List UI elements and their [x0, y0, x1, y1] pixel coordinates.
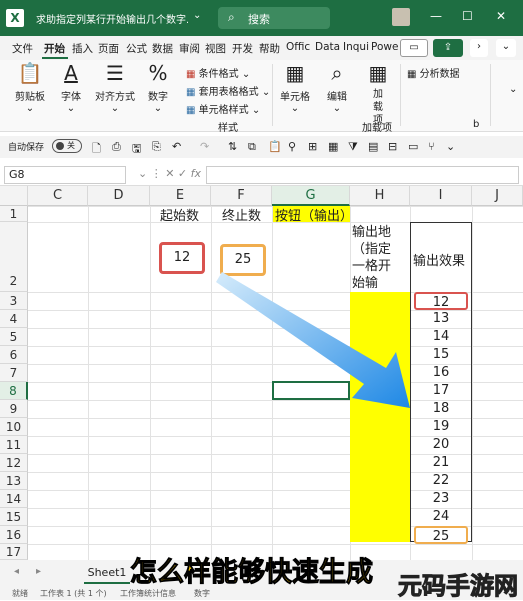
status-stats[interactable]: 工作簿统计信息 [120, 588, 176, 599]
status-ready: 就绪 [12, 589, 28, 598]
status-sheets: 工作表 1 (共 1 个) [40, 589, 107, 598]
watermark: 元码手游网 [398, 572, 519, 601]
arrow-overlay [216, 272, 410, 408]
sheet-nav-left-icon[interactable]: ◂ [14, 566, 19, 577]
video-subtitle: 怎么样能够快速生成 [130, 557, 374, 589]
sheet-nav-right-icon[interactable]: ▸ [36, 566, 41, 577]
arrow-icon [216, 272, 410, 408]
status-number: 数字 [194, 589, 210, 598]
sheet-tab[interactable]: Sheet1 [84, 564, 130, 584]
